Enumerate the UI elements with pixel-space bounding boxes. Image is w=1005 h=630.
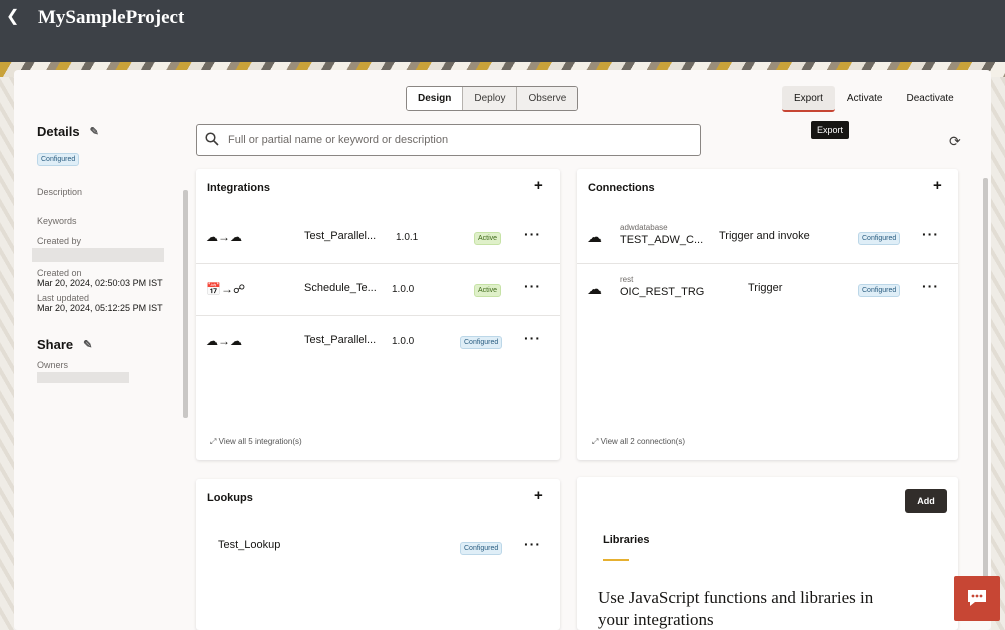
view-all-connections-link[interactable]: ⤢ View all 2 connection(s) [592,437,685,447]
tab-design[interactable]: Design [407,87,463,110]
rest-cloud-icon: ☁ [587,281,602,298]
status-badge: Active [474,232,502,245]
more-actions-icon[interactable]: ··· [524,226,541,242]
connection-role: Trigger and invoke [719,230,810,242]
keywords-label: Keywords [37,216,77,226]
view-all-integrations-link[interactable]: ⤢ View all 5 integration(s) [210,437,302,447]
view-all-label: View all 5 integration(s) [218,437,302,446]
connection-name[interactable]: TEST_ADW_C... [620,234,703,246]
deactivate-button[interactable]: Deactivate [894,86,965,112]
back-chevron-icon[interactable]: ❮ [6,8,20,26]
view-switcher: Design Deploy Observe [406,86,579,111]
status-badge: Configured [460,336,503,349]
integration-row[interactable]: ☁→☁ Test_Parallel... 1.0.0 Configured ··… [196,316,560,368]
status-badge: Active [474,284,502,297]
decorative-side-right [991,77,1005,630]
integration-version: 1.0.0 [392,336,415,347]
cloud-trigger-icon: ☁→☁ [206,334,242,348]
search-input[interactable]: Full or partial name or keyword or descr… [228,134,448,146]
main-scrollbar[interactable] [983,178,988,618]
cloud-trigger-icon: ☁→☁ [206,230,242,244]
chat-assistant-button[interactable] [954,576,1000,621]
status-badge: Configured [858,232,901,245]
created-on-label: Created on [37,268,82,278]
integration-version: 1.0.1 [396,232,419,243]
more-actions-icon[interactable]: ··· [922,278,939,294]
integration-name[interactable]: Test_Parallel... [304,230,376,242]
connections-panel: Connections + ☁ adwdatabase TEST_ADW_C..… [577,169,958,460]
owners-label: Owners [37,360,69,370]
share-title: Share [37,337,74,352]
connection-row[interactable]: ☁ adwdatabase TEST_ADW_C... Trigger and … [577,212,958,264]
add-lookup-plus-icon[interactable]: + [534,487,543,504]
expand-icon: ⤢ [210,437,217,446]
decorative-side-left [0,77,14,630]
integrations-panel: Integrations + ☁→☁ Test_Parallel... 1.0.… [196,169,560,460]
status-badge: Configured [460,542,503,555]
created-by-label: Created by [37,236,82,246]
more-actions-icon[interactable]: ··· [524,536,541,552]
status-badge: Configured [37,153,80,166]
integration-version: 1.0.0 [392,284,415,295]
add-connection-plus-icon[interactable]: + [933,177,942,194]
connections-title: Connections [588,182,655,194]
refresh-icon[interactable]: ⟳ [949,133,961,150]
connection-type: rest [620,275,634,284]
more-actions-icon[interactable]: ··· [922,226,939,242]
expand-icon: ⤢ [592,437,599,446]
export-button[interactable]: Export [782,86,835,112]
app-header: ❮ MySampleProject [0,0,1005,62]
details-panel: Details ✎ Configured Description Keyword… [32,124,182,383]
share-heading: Share ✎ [37,337,182,352]
integration-row[interactable]: 📅→☍ Schedule_Te... 1.0.0 Active ··· [196,264,560,316]
tab-deploy[interactable]: Deploy [462,87,517,110]
more-actions-icon[interactable]: ··· [524,278,541,294]
connection-role: Trigger [748,282,783,294]
export-tooltip: Export [811,121,850,139]
details-title: Details [37,124,80,139]
integration-name[interactable]: Schedule_Te... [304,282,377,294]
view-all-label: View all 2 connection(s) [600,437,685,446]
search-bar[interactable]: Full or partial name or keyword or descr… [196,124,701,156]
libraries-description: Use JavaScript functions and libraries i… [598,588,874,629]
lookups-title: Lookups [207,492,253,504]
description-label: Description [37,187,83,197]
libraries-accent-underline [603,559,629,561]
project-actions: Export Activate Deactivate [782,86,966,112]
left-scrollbar[interactable] [183,190,188,418]
lookup-name[interactable]: Test_Lookup [218,539,280,551]
lookup-row[interactable]: Test_Lookup Configured ··· [196,522,560,574]
add-library-button[interactable]: Add [905,489,947,513]
last-updated-label: Last updated [37,293,90,303]
integrations-title: Integrations [207,182,270,194]
connection-name[interactable]: OIC_REST_TRG [620,286,704,298]
status-badge: Configured [858,284,901,297]
owners-value [37,372,129,383]
schedule-calendar-icon: 📅→☍ [206,282,246,296]
project-title: MySampleProject [38,7,185,28]
database-cloud-icon: ☁ [587,229,602,246]
search-icon [205,132,219,146]
chat-bubble-icon [968,590,986,606]
connection-row[interactable]: ☁ rest OIC_REST_TRG Trigger Configured ·… [577,264,958,316]
created-by-value [32,248,164,262]
edit-share-pencil-icon[interactable]: ✎ [83,338,92,351]
created-on-value: Mar 20, 2024, 02:50:03 PM IST [37,278,163,288]
activate-button[interactable]: Activate [835,86,895,112]
edit-details-pencil-icon[interactable]: ✎ [90,125,99,138]
tab-observe[interactable]: Observe [516,87,578,110]
libraries-panel: Add Libraries Use JavaScript functions a… [577,477,958,630]
last-updated-value: Mar 20, 2024, 05:12:25 PM IST [37,303,163,313]
libraries-title: Libraries [603,534,650,546]
add-integration-plus-icon[interactable]: + [534,177,543,194]
more-actions-icon[interactable]: ··· [524,330,541,346]
connection-type: adwdatabase [620,223,668,232]
lookups-panel: Lookups + Test_Lookup Configured ··· [196,479,560,630]
integration-name[interactable]: Test_Parallel... [304,334,376,346]
details-heading: Details ✎ [37,124,182,139]
integration-row[interactable]: ☁→☁ Test_Parallel... 1.0.1 Active ··· [196,212,560,264]
